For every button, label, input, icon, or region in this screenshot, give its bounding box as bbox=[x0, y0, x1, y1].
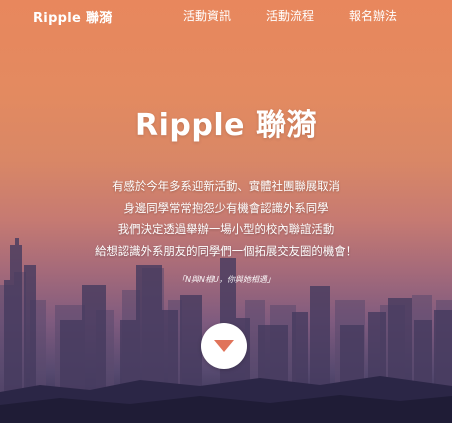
nav-link-event-info[interactable]: 活動資訊 bbox=[183, 7, 231, 24]
nav-link-event-flow[interactable]: 活動流程 bbox=[266, 7, 314, 24]
hero-section: Ripple 聯漪 活動資訊 活動流程 報名辦法 Ripple 聯漪 有感於今年… bbox=[0, 0, 452, 423]
nav-link-registration[interactable]: 報名辦法 bbox=[349, 7, 397, 24]
description-line: 有感於今年多系迎新活動、實體社團聯展取消 bbox=[112, 179, 340, 193]
brand-logo[interactable]: Ripple 聯漪 bbox=[33, 7, 113, 26]
description-line: 給想認識外系朋友的同學們一個拓展交友圈的機會！ bbox=[95, 243, 357, 258]
top-nav: Ripple 聯漪 活動資訊 活動流程 報名辦法 bbox=[0, 0, 452, 30]
description-line: 我們決定透過舉辦一場小型的校內聯誼活動 bbox=[117, 222, 335, 236]
scroll-down-button[interactable] bbox=[201, 323, 247, 369]
chevron-down-icon bbox=[214, 340, 234, 352]
page-title: Ripple 聯漪 bbox=[135, 108, 317, 143]
hero-description: 有感於今年多系迎新活動、實體社團聯展取消 身邊同學常常抱怨少有機會認識外系同學 … bbox=[0, 176, 452, 262]
hero-tagline: 「N與N相U，你與她相遇」 bbox=[177, 275, 275, 284]
description-line: 身邊同學常常抱怨少有機會認識外系同學 bbox=[123, 200, 329, 215]
